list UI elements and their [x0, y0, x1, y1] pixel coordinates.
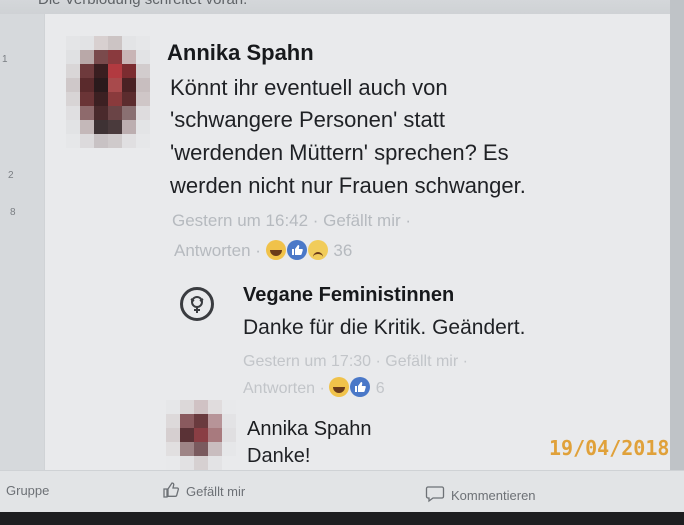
sad-reaction-icon: [307, 240, 328, 260]
comment-text-line: 'schwangere Personen' statt: [170, 107, 445, 132]
comment-meta-actions: Antworten · 36: [174, 235, 352, 266]
reply-text: Danke!: [247, 445, 311, 467]
reply-author[interactable]: Annika Spahn: [247, 418, 372, 441]
group-label-text: Gruppe: [6, 483, 50, 498]
reaction-count[interactable]: 36: [333, 241, 352, 260]
avatar[interactable]: [166, 400, 236, 470]
comment-meta-line[interactable]: Gestern um 16:42 · Gefällt mir ·: [172, 205, 411, 236]
like-reaction-icon: [286, 240, 307, 260]
like-reaction-icon: [350, 377, 371, 397]
header-snippet: Die Verblödung schreitet voran.: [38, 0, 247, 8]
comment-label: Kommentieren: [451, 488, 536, 503]
haha-reaction-icon: [265, 240, 286, 260]
monitor-bezel: [0, 512, 684, 525]
comment-text-line: 'werdenden Müttern' sprechen? Es: [170, 140, 509, 165]
comment-button[interactable]: Kommentieren: [425, 485, 536, 506]
sidebar-number: 8: [10, 207, 16, 218]
reply-text: Danke für die Kritik. Geändert.: [243, 316, 526, 339]
post-action-bar: Gruppe Gefällt mir Kommentieren: [0, 470, 684, 513]
sidebar-number: 2: [8, 170, 14, 181]
reply-author[interactable]: Vegane Feministinnen: [243, 284, 454, 307]
comment-bubble-icon: [425, 485, 445, 506]
screen-edge: [670, 0, 684, 525]
like-label: Gefällt mir: [186, 484, 246, 499]
left-column: 1 2 8: [0, 14, 44, 504]
avatar[interactable]: [66, 36, 150, 148]
sidebar-number: 1: [2, 54, 8, 65]
comment-author[interactable]: Annika Spahn: [167, 40, 314, 66]
reply-link[interactable]: Antworten ·: [174, 241, 261, 260]
thumbs-up-icon: [162, 481, 180, 502]
page-logo-icon[interactable]: [180, 287, 214, 321]
top-strip: Die Verblödung schreitet voran.: [0, 0, 684, 14]
reaction-count[interactable]: 6: [376, 380, 385, 397]
like-button[interactable]: Gefällt mir: [162, 481, 245, 502]
comment-text-line: werden nicht nur Frauen schwanger.: [170, 173, 526, 198]
camera-date-stamp: 19/04/2018: [549, 436, 670, 460]
haha-reaction-icon: [329, 377, 350, 397]
reply-meta-actions: Antworten · 6: [243, 373, 385, 404]
comment-text-line: Könnt ihr eventuell auch von: [170, 75, 448, 100]
group-label: Gruppe: [6, 483, 49, 498]
reply-link[interactable]: Antworten ·: [243, 380, 325, 397]
